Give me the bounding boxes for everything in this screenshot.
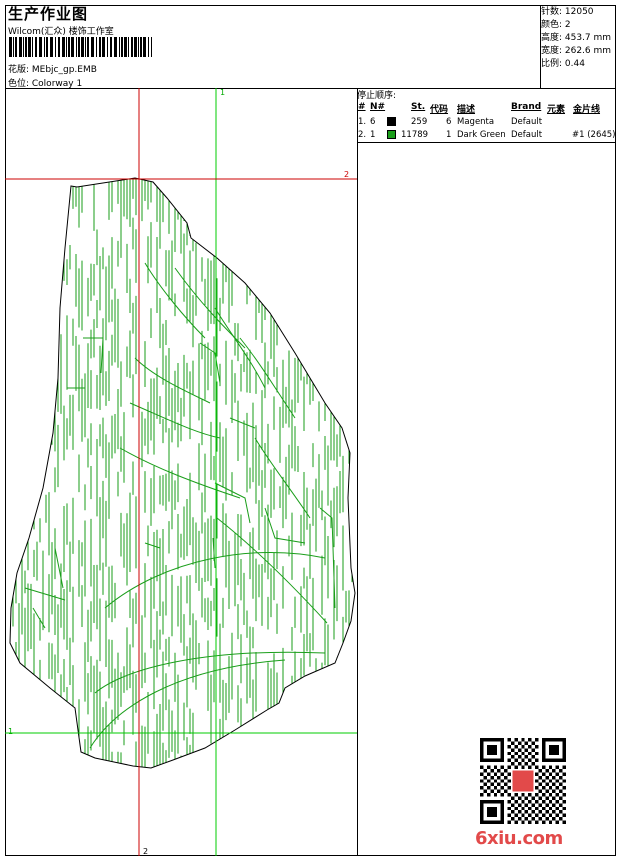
row-needle: 1	[370, 130, 376, 140]
barcode	[9, 37, 152, 57]
col-code-header: 代码	[430, 105, 449, 115]
design-width: 宽度: 262.6 mm	[541, 46, 612, 56]
color-count: 颜色: 2	[541, 20, 571, 30]
col-index-header: #	[358, 102, 366, 112]
design-file-label: 花版: MEbjc_gp.EMB	[8, 65, 97, 75]
row-stitches: 11789	[401, 130, 429, 140]
design-outline	[9, 177, 356, 769]
seal-stamp-icon	[512, 770, 534, 792]
row-description: Dark Green	[457, 130, 506, 140]
panel-divider	[357, 88, 358, 856]
design-preview	[5, 88, 357, 856]
col-element-header: 元素	[547, 105, 566, 115]
col-sequin-header: 金片线	[573, 105, 601, 115]
color-swatch	[387, 117, 396, 126]
watermark-text: 6xiu.com	[475, 828, 563, 849]
row-brand: Default	[511, 130, 543, 140]
col-brand-header: Brand	[511, 102, 542, 112]
row-code: 6	[446, 117, 452, 127]
col-desc-header: 描述	[457, 105, 476, 115]
green-guide-label-left: 1	[8, 727, 14, 736]
stitch-count: 针数: 12050	[541, 7, 594, 17]
red-guide-label-right: 2	[344, 170, 350, 179]
row-code: 1	[446, 130, 452, 140]
row-brand: Default	[511, 117, 543, 127]
qr-code	[480, 738, 566, 824]
row-index: 2.	[358, 130, 367, 140]
row-sequin: #1 (2645)	[572, 130, 616, 140]
sequence-divider	[357, 142, 616, 143]
col-needle-header: N#	[370, 102, 386, 112]
design-scale: 比例: 0.44	[541, 59, 585, 69]
green-guide-label-top: 1	[220, 88, 226, 97]
design-height: 高度: 453.7 mm	[541, 33, 612, 43]
row-description: Magenta	[457, 117, 495, 127]
design-stats: 针数: 12050 颜色: 2 高度: 453.7 mm 宽度: 262.6 m…	[541, 6, 611, 71]
row-index: 1.	[358, 117, 367, 127]
col-stitches-header: St.	[411, 102, 426, 112]
studio-subtitle: Wilcom(汇众) 楼饰工作室	[8, 27, 114, 37]
stop-sequence-title: 停止顺序:	[357, 91, 397, 101]
row-stitches: 259	[411, 117, 428, 127]
red-guide-label-bottom: 2	[143, 847, 149, 856]
color-swatch	[387, 130, 396, 139]
page-title: 生产作业图	[8, 5, 89, 23]
row-needle: 6	[370, 117, 376, 127]
